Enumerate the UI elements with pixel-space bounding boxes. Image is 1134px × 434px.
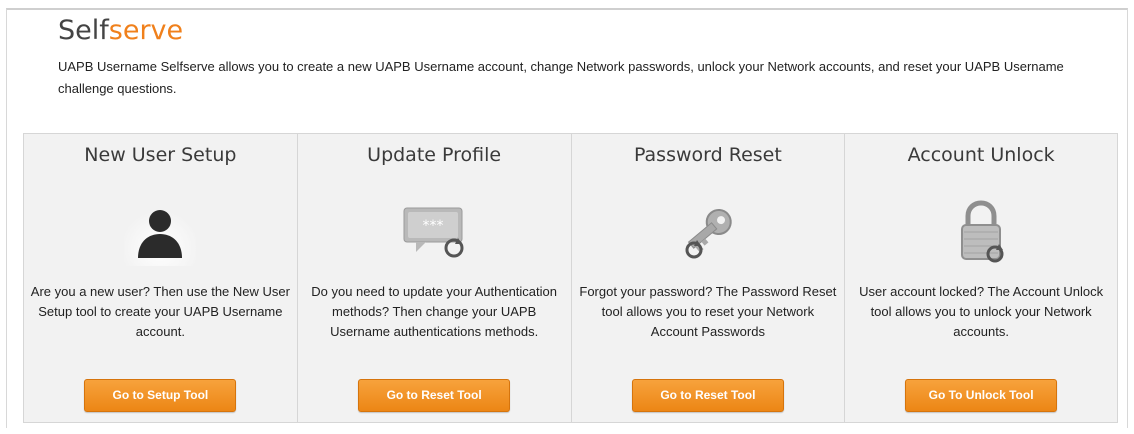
panel-title: New User Setup [84,144,237,166]
title-plain: Self [58,15,109,46]
page-title: Selfserve [58,14,1108,48]
tool-panels: New User Setup Are you a new user? Then … [23,133,1118,423]
padlock-icon [945,196,1017,266]
panel-new-user-setup: New User Setup Are you a new user? Then … [23,134,297,422]
password-field-refresh-icon: *** [398,196,470,266]
panel-description: Are you a new user? Then use the New Use… [30,284,290,339]
panel-description: Do you need to update your Authenticatio… [311,284,557,339]
panel-description: User account locked? The Account Unlock … [859,284,1104,339]
panel-update-profile: Update Profile *** Do you need to update… [296,134,571,422]
user-silhouette-icon [124,196,197,266]
selfserve-header: Selfserve UAPB Username Selfserve allows… [58,14,1108,100]
panel-password-reset: Password Reset Forgot your password? The… [570,134,845,422]
panel-account-unlock: Account Unlock User account locked? The … [844,134,1118,422]
go-to-unlock-tool-button[interactable]: Go To Unlock Tool [905,379,1058,412]
key-icon [672,196,744,266]
go-to-reset-tool-button[interactable]: Go to Reset Tool [631,379,784,412]
title-accent: serve [108,15,184,46]
panel-description: Forgot your password? The Password Reset… [579,284,837,339]
panel-title: Account Unlock [907,144,1055,166]
panel-title: Update Profile [367,144,502,166]
svg-text:***: *** [423,218,444,234]
intro-text: UAPB Username Selfserve allows you to cr… [58,59,1064,96]
go-to-setup-tool-button[interactable]: Go to Setup Tool [84,379,237,412]
go-to-reset-tool-button[interactable]: Go to Reset Tool [358,379,511,412]
panel-title: Password Reset [633,144,782,166]
